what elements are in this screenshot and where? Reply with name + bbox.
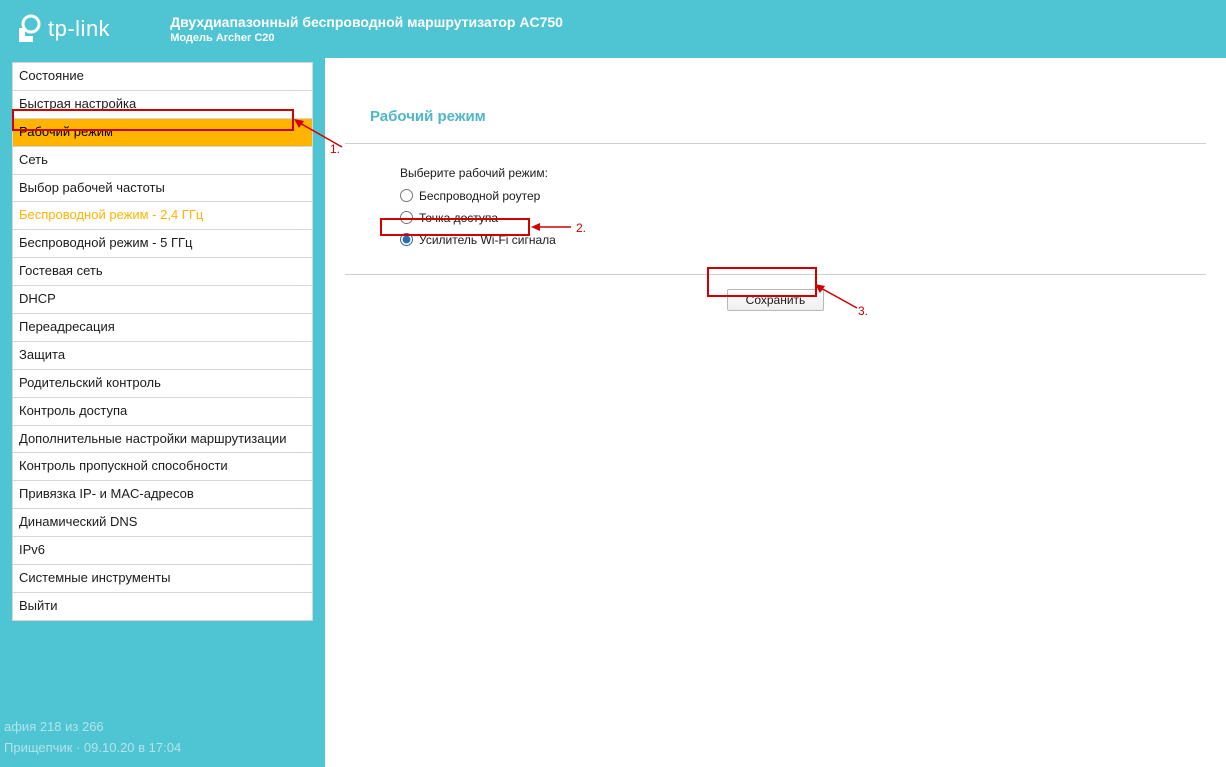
footer-overlay: афия 218 из 266 Прищепчик · 09.10.20 в 1…: [0, 717, 181, 767]
sidebar-column: СостояниеБыстрая настройкаРабочий режимС…: [0, 58, 325, 767]
page-title: Рабочий режим: [345, 58, 1206, 144]
brand-text: tp-link: [48, 16, 110, 42]
sidebar-item-6[interactable]: Беспроводной режим - 5 ГГц: [13, 230, 312, 258]
model-subtitle: Модель Archer C20: [170, 31, 563, 45]
save-row: Сохранить: [345, 275, 1206, 311]
save-button[interactable]: Сохранить: [727, 289, 825, 311]
main-content: Рабочий режим Выберите рабочий режим: Бе…: [325, 58, 1226, 767]
header-bar: tp-link Двухдиапазонный беспроводной мар…: [0, 0, 1226, 58]
sidebar-item-2[interactable]: Рабочий режим: [13, 119, 312, 147]
mode-radio-2[interactable]: [400, 233, 413, 246]
radio-group: Беспроводной роутер Точка доступа Усилител…: [400, 186, 1206, 249]
header-titles: Двухдиапазонный беспроводной маршрутизат…: [170, 13, 563, 45]
tplink-icon: [14, 14, 42, 44]
sidebar-item-1[interactable]: Быстрая настройка: [13, 91, 312, 119]
sidebar-item-12[interactable]: Контроль доступа: [13, 398, 312, 426]
product-title: Двухдиапазонный беспроводной маршрутизат…: [170, 13, 563, 31]
sidebar-item-3[interactable]: Сеть: [13, 147, 312, 175]
sidebar-item-18[interactable]: Системные инструменты: [13, 565, 312, 593]
brand-logo: tp-link: [14, 14, 110, 44]
mode-radio-1[interactable]: [400, 211, 413, 224]
sidebar-item-14[interactable]: Контроль пропускной способности: [13, 453, 312, 481]
sidebar-item-19[interactable]: Выйти: [13, 593, 312, 620]
sidebar-item-9[interactable]: Переадресация: [13, 314, 312, 342]
mode-option-label-2: Усилитель Wi-Fi сигнала: [419, 233, 556, 247]
select-mode-label: Выберите рабочий режим:: [400, 166, 1206, 180]
sidebar-item-13[interactable]: Дополнительные настройки маршрутизации: [13, 426, 312, 454]
sidebar-menu: СостояниеБыстрая настройкаРабочий режимС…: [12, 62, 313, 621]
sidebar-item-7[interactable]: Гостевая сеть: [13, 258, 312, 286]
sidebar-item-17[interactable]: IPv6: [13, 537, 312, 565]
mode-option-label-0: Беспроводной роутер: [419, 189, 540, 203]
mode-form: Выберите рабочий режим: Беспроводной роу…: [345, 144, 1206, 275]
mode-option-2[interactable]: Усилитель Wi-Fi сигнала: [400, 230, 1206, 249]
sidebar-item-5[interactable]: Беспроводной режим - 2,4 ГГц: [13, 202, 312, 230]
sidebar-item-4[interactable]: Выбор рабочей частоты: [13, 175, 312, 203]
sidebar-item-8[interactable]: DHCP: [13, 286, 312, 314]
mode-option-0[interactable]: Беспроводной роутер: [400, 186, 1206, 205]
footer-line-2: Прищепчик · 09.10.20 в 17:04: [4, 738, 181, 759]
sidebar-item-15[interactable]: Привязка IP- и MAC-адресов: [13, 481, 312, 509]
mode-radio-0[interactable]: [400, 189, 413, 202]
mode-option-1[interactable]: Точка доступа: [400, 208, 1206, 227]
sidebar-item-11[interactable]: Родительский контроль: [13, 370, 312, 398]
mode-option-label-1: Точка доступа: [419, 211, 498, 225]
sidebar-item-10[interactable]: Защита: [13, 342, 312, 370]
sidebar-item-0[interactable]: Состояние: [13, 63, 312, 91]
footer-line-1: афия 218 из 266: [4, 717, 181, 738]
sidebar-item-16[interactable]: Динамический DNS: [13, 509, 312, 537]
